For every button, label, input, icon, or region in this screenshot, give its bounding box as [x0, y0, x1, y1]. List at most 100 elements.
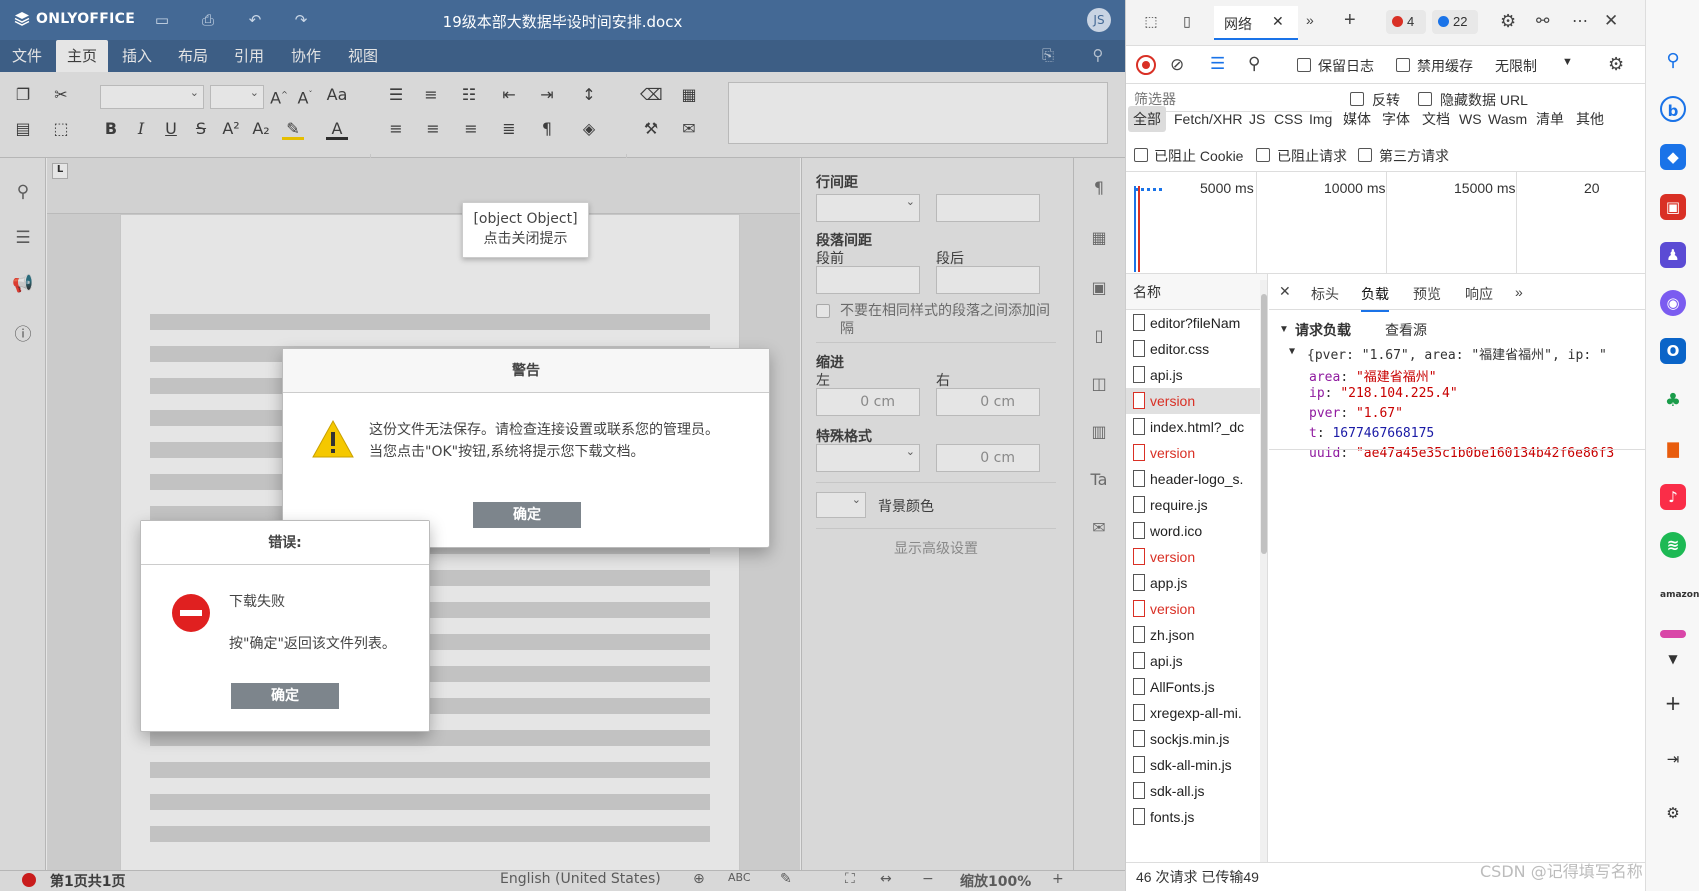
settings-gear-icon[interactable]: ⚙	[1500, 11, 1516, 32]
payload-value: "1.67"	[1355, 406, 1403, 421]
filter-icon[interactable]: ☰	[1210, 54, 1225, 74]
split-screen-icon[interactable]: ⇥	[1660, 746, 1686, 772]
request-row[interactable]: app.js	[1126, 570, 1260, 596]
filter-other[interactable]: 其他	[1576, 106, 1604, 132]
request-row[interactable]: sdk-all.js	[1126, 778, 1260, 804]
remote-devices-icon[interactable]: ⚯	[1536, 11, 1549, 31]
request-payload-section[interactable]: 请求负载	[1295, 320, 1351, 340]
sidebar-settings-icon[interactable]: ⚙	[1660, 800, 1686, 826]
user-avatar[interactable]: JS	[1087, 8, 1111, 32]
tab-preview[interactable]: 预览	[1413, 284, 1441, 304]
request-name: AllFonts.js	[1150, 679, 1215, 695]
payload-row: pver: "1.67"	[1309, 406, 1403, 421]
tools-icon[interactable]: ▣	[1660, 194, 1686, 220]
request-row[interactable]: editor.css	[1126, 336, 1260, 362]
request-row[interactable]: index.html?_dc	[1126, 414, 1260, 440]
filter-fetch-xhr[interactable]: Fetch/XHR	[1174, 106, 1242, 132]
filter-font[interactable]: 字体	[1382, 106, 1410, 132]
messages-badge[interactable]: 22	[1432, 10, 1478, 34]
amazon-music-icon[interactable]: amazon	[1660, 582, 1699, 608]
timeline-overview[interactable]: 5000 ms 10000 ms 15000 ms 20	[1126, 172, 1646, 274]
request-row[interactable]: version	[1126, 544, 1260, 570]
tooltip[interactable]: [object Object] 点击关闭提示	[462, 202, 589, 258]
request-row[interactable]: api.js	[1126, 362, 1260, 388]
filter-manifest[interactable]: 清单	[1536, 106, 1564, 132]
clear-icon[interactable]: ⊘	[1170, 55, 1184, 75]
view-source-link[interactable]: 查看源	[1385, 320, 1427, 340]
bing-icon[interactable]: b	[1660, 96, 1686, 122]
throttle-select[interactable]: 无限制	[1495, 56, 1537, 76]
blocked-cookies-checkbox[interactable]	[1134, 148, 1148, 162]
record-icon[interactable]	[1136, 55, 1156, 75]
request-row[interactable]: version	[1126, 388, 1260, 414]
outlook-icon[interactable]: O	[1660, 338, 1686, 364]
inspect-element-icon[interactable]: ⬚	[1140, 13, 1162, 30]
file-icon	[1133, 392, 1145, 409]
spotify-icon[interactable]: ≋	[1660, 532, 1686, 558]
filter-ws[interactable]: WS	[1459, 106, 1482, 132]
tab-headers[interactable]: 标头	[1311, 284, 1339, 304]
filter-img[interactable]: Img	[1309, 106, 1332, 132]
filter-all[interactable]: 全部	[1128, 106, 1166, 132]
request-row[interactable]: sockjs.min.js	[1126, 726, 1260, 752]
more-detail-tabs-icon[interactable]: »	[1515, 284, 1523, 300]
error-icon	[172, 594, 210, 632]
watermark: CSDN @记得填写名称	[1480, 862, 1643, 881]
request-row[interactable]: xregexp-all-mi.	[1126, 700, 1260, 726]
object-expand-icon[interactable]: ▼	[1289, 346, 1295, 357]
request-row[interactable]: header-logo_s.	[1126, 466, 1260, 492]
deezer-icon[interactable]: ▇	[1660, 436, 1686, 462]
request-row[interactable]: version	[1126, 596, 1260, 622]
name-column-header[interactable]: 名称	[1126, 274, 1267, 310]
error-ok-button[interactable]: 确定	[231, 683, 339, 709]
tab-response[interactable]: 响应	[1465, 284, 1493, 304]
request-row[interactable]: fonts.js	[1126, 804, 1260, 830]
games-icon[interactable]: ♟	[1660, 242, 1686, 268]
tree-icon[interactable]: ♣	[1660, 388, 1686, 414]
shopping-icon[interactable]: ◆	[1660, 144, 1686, 170]
file-icon	[1133, 314, 1145, 331]
office-icon[interactable]: ◉	[1660, 290, 1686, 316]
network-toolbar: ⊘ ☰ ⚲ 保留日志 禁用缓存 无限制 ▼ ⚙	[1126, 46, 1646, 84]
chevron-down-icon[interactable]: ▼	[1562, 56, 1573, 68]
warning-ok-button[interactable]: 确定	[473, 502, 581, 528]
device-toolbar-icon[interactable]: ▯	[1176, 13, 1198, 30]
request-row[interactable]: require.js	[1126, 492, 1260, 518]
request-list-scrollbar[interactable]	[1260, 280, 1267, 874]
close-tab-icon[interactable]: ✕	[1272, 13, 1284, 30]
tab-payload[interactable]: 负载	[1361, 284, 1389, 312]
disable-cache-checkbox[interactable]	[1396, 58, 1410, 72]
section-expand-icon[interactable]: ▼	[1279, 324, 1289, 335]
tab-network[interactable]: 网络 ✕	[1214, 6, 1298, 40]
close-detail-icon[interactable]: ✕	[1279, 283, 1291, 300]
filter-media[interactable]: 媒体	[1343, 106, 1371, 132]
request-row[interactable]: api.js	[1126, 648, 1260, 674]
app-icon[interactable]	[1660, 630, 1686, 638]
third-party-checkbox[interactable]	[1358, 148, 1372, 162]
more-tabs-icon[interactable]: »	[1306, 12, 1314, 28]
errors-badge[interactable]: 4	[1386, 10, 1426, 34]
filter-wasm[interactable]: Wasm	[1488, 106, 1527, 132]
filter-css[interactable]: CSS	[1274, 106, 1303, 132]
request-row[interactable]: AllFonts.js	[1126, 674, 1260, 700]
apple-music-icon[interactable]: ♪	[1660, 484, 1686, 510]
preserve-log-checkbox[interactable]	[1297, 58, 1311, 72]
network-settings-icon[interactable]: ⚙	[1608, 54, 1624, 75]
filter-js[interactable]: JS	[1249, 106, 1265, 132]
close-devtools-icon[interactable]: ✕	[1604, 11, 1618, 31]
request-row[interactable]: word.ico	[1126, 518, 1260, 544]
payload-key: area	[1309, 370, 1341, 385]
request-row[interactable]: editor?fileNam	[1126, 310, 1260, 336]
chevron-down-icon[interactable]: ▼	[1660, 646, 1686, 672]
request-row[interactable]: zh.json	[1126, 622, 1260, 648]
filter-doc[interactable]: 文档	[1422, 106, 1450, 132]
load-marker	[1138, 186, 1140, 272]
request-row[interactable]: version	[1126, 440, 1260, 466]
more-options-icon[interactable]: ⋯	[1572, 11, 1588, 31]
request-row[interactable]: sdk-all-min.js	[1126, 752, 1260, 778]
search-icon[interactable]: ⚲	[1660, 48, 1686, 74]
search-icon[interactable]: ⚲	[1248, 54, 1260, 74]
blocked-requests-checkbox[interactable]	[1256, 148, 1270, 162]
add-app-icon[interactable]: +	[1660, 690, 1686, 716]
add-tab-icon[interactable]: +	[1344, 9, 1356, 32]
